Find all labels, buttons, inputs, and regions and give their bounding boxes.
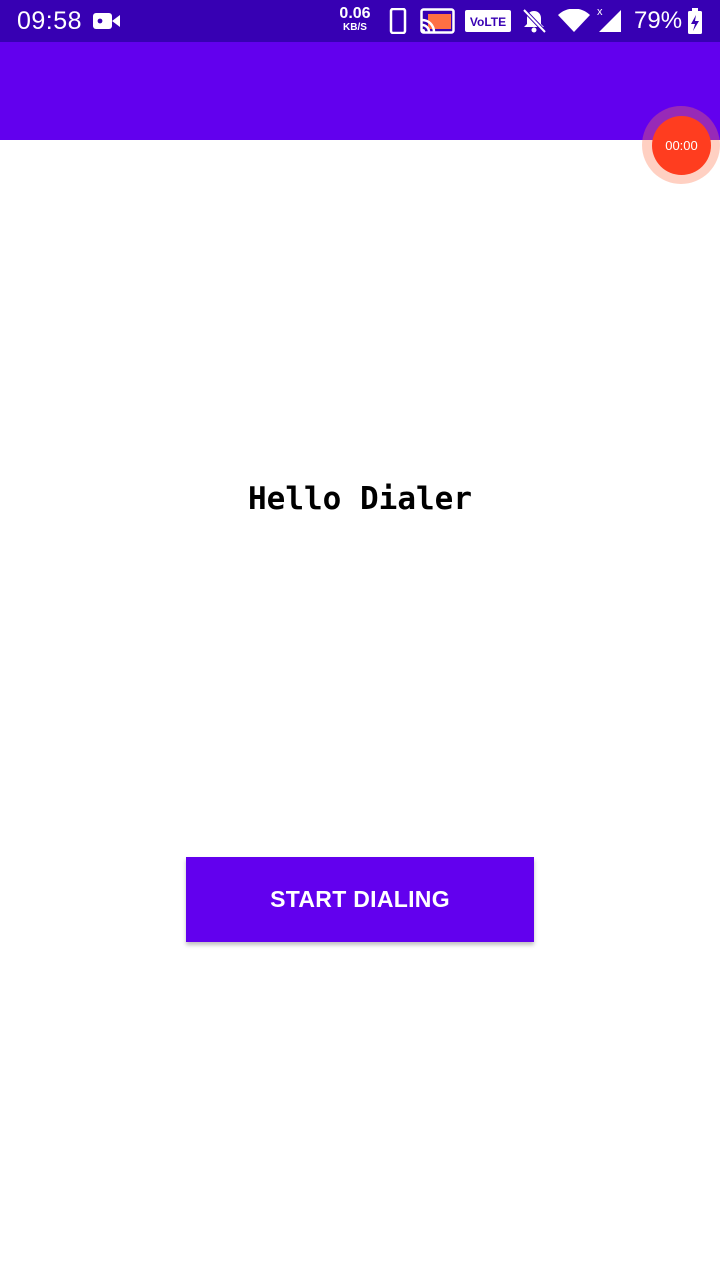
svg-text:x: x (597, 6, 603, 18)
volte-icon: VoLTE (465, 10, 511, 37)
status-bar: 09:58 0.06 KB/S VoLTE x 79% (0, 0, 720, 42)
cast-icon (420, 8, 455, 39)
status-time: 09:58 (17, 7, 83, 35)
app-screen: 09:58 0.06 KB/S VoLTE x 79% 00:00 Hello … (0, 0, 720, 1280)
phone-icon (389, 7, 407, 39)
signal-icon: x (597, 6, 623, 39)
floating-timer-button[interactable]: 00:00 (652, 116, 711, 175)
greeting-text: Hello Dialer (248, 481, 472, 517)
start-dialing-button[interactable]: START DIALING (186, 857, 534, 942)
net-speed-value: 0.06 (339, 5, 371, 22)
wifi-icon (557, 8, 591, 38)
video-camera-icon (93, 11, 121, 31)
battery-percent: 79% (634, 7, 683, 34)
app-bar (0, 42, 720, 140)
net-speed-indicator: 0.06 KB/S (334, 5, 376, 33)
net-speed-unit: KB/S (343, 22, 367, 33)
volte-label: VoLTE (470, 15, 506, 29)
bell-off-icon (521, 8, 547, 39)
battery-charging-icon (687, 8, 703, 40)
